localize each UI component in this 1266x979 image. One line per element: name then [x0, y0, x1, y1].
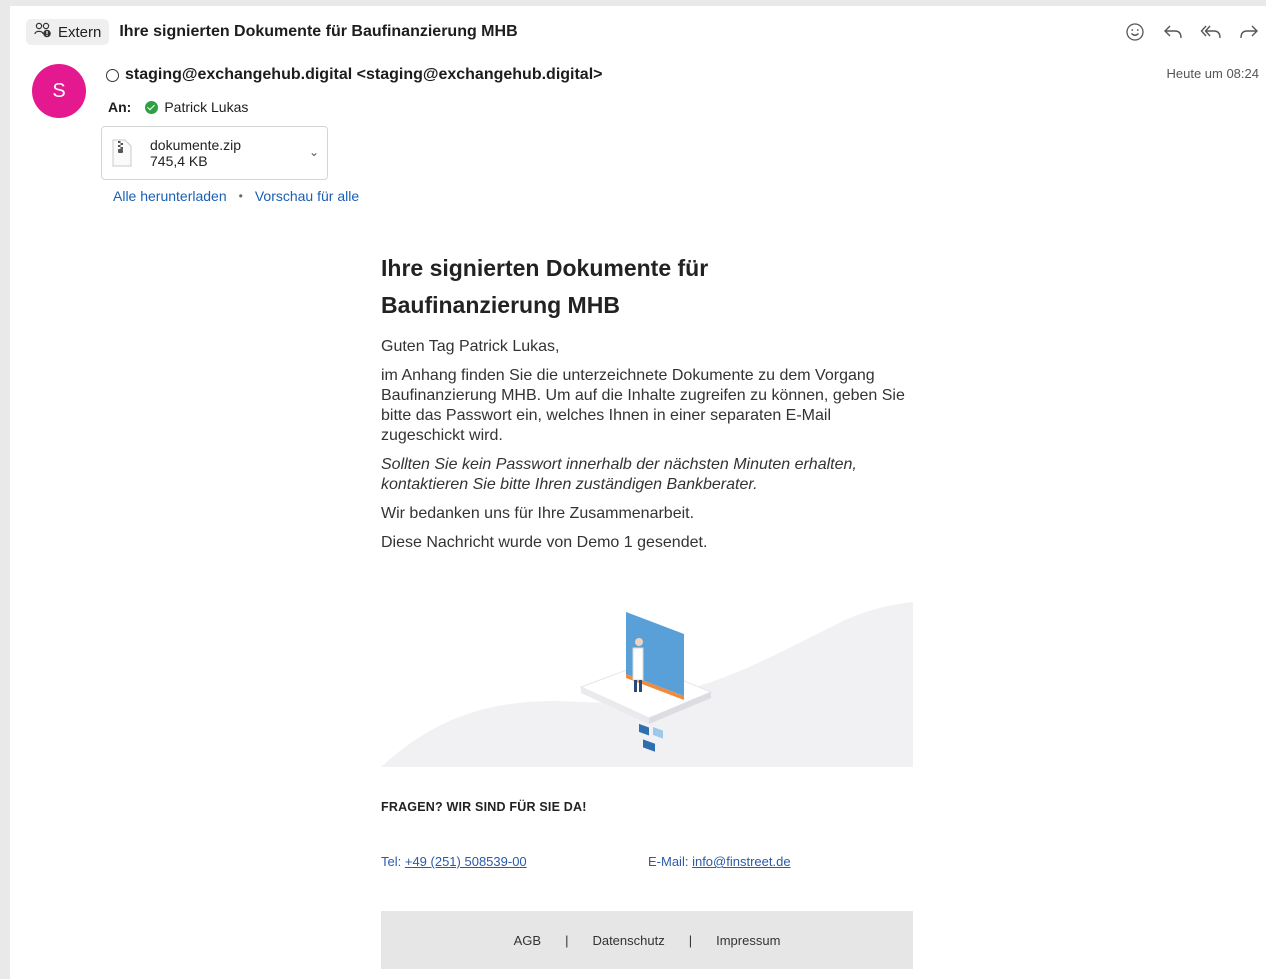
mail-window: Extern Ihre signierten Dokumente für Bau…: [10, 6, 1266, 979]
footer-separator: |: [565, 932, 569, 948]
subject-row: Extern Ihre signierten Dokumente für Bau…: [26, 18, 518, 46]
read-status-icon[interactable]: [106, 68, 119, 82]
email-body: Ihre signierten Dokumente für Baufinanzi…: [381, 250, 913, 553]
email-link[interactable]: info@finstreet.de: [692, 854, 790, 869]
body-paragraph-1: im Anhang finden Sie die unterzeichnete …: [381, 367, 905, 444]
privacy-link[interactable]: Datenschutz: [592, 933, 664, 948]
sender-address[interactable]: staging@exchangehub.digital <staging@exc…: [125, 66, 603, 84]
emoji-icon[interactable]: [1122, 20, 1148, 44]
verified-check-icon: [145, 100, 159, 114]
attachment-size: 745,4 KB: [150, 153, 208, 169]
email-subject: Ihre signierten Dokumente für Baufinanzi…: [119, 23, 518, 40]
greeting: Guten Tag Patrick Lukas,: [381, 338, 560, 355]
phone-link[interactable]: +49 (251) 508539-00: [405, 854, 527, 869]
chevron-down-icon[interactable]: ⌄: [309, 145, 319, 159]
people-icon: [34, 22, 52, 42]
body-paragraph-2: Sollten Sie kein Passwort innerhalb der …: [381, 456, 857, 493]
received-date: Heute um 08:24: [1166, 66, 1259, 81]
attachment-card[interactable]: dokumente.zip 745,4 KB ⌄: [101, 126, 328, 180]
illustration-image: [381, 602, 913, 767]
footer-separator: |: [688, 932, 693, 948]
extern-label: Extern: [58, 23, 102, 41]
download-all-link[interactable]: Alle herunterladen: [113, 188, 227, 204]
preview-all-link[interactable]: Vorschau für alle: [255, 188, 359, 204]
attachment-info: dokumente.zip 745,4 KB: [150, 137, 241, 169]
message-actions: [1122, 20, 1262, 44]
phone-contact: Tel: +49 (251) 508539-00: [381, 854, 527, 869]
forward-icon[interactable]: [1236, 20, 1262, 44]
email-heading: Ihre signierten Dokumente für Baufinanzi…: [381, 255, 709, 318]
zip-file-icon: [112, 139, 132, 167]
extern-tag: Extern: [26, 19, 110, 45]
help-heading: FRAGEN? WIR SIND FÜR SIE DA!: [381, 800, 587, 814]
recipient-label: An:: [108, 99, 132, 115]
thanks-line: Wir bedanken uns für Ihre Zusammenarbeit…: [381, 505, 695, 522]
recipient-row: An: Patrick Lukas: [108, 99, 248, 115]
sender-row: staging@exchangehub.digital <staging@exc…: [106, 66, 603, 84]
footer-links: AGB | Datenschutz | Impressum: [381, 911, 913, 969]
attachment-name: dokumente.zip: [150, 137, 242, 153]
reply-icon[interactable]: [1160, 20, 1186, 44]
email-label: E-Mail:: [648, 854, 689, 869]
agb-link[interactable]: AGB: [514, 933, 541, 948]
recipient-name[interactable]: Patrick Lukas: [164, 99, 248, 115]
link-separator: •: [238, 189, 243, 203]
reply-all-icon[interactable]: [1198, 20, 1224, 44]
sent-by-line: Diese Nachricht wurde von Demo 1 gesende…: [381, 534, 708, 551]
sender-avatar: S: [32, 64, 86, 118]
phone-label: Tel:: [381, 854, 402, 869]
email-contact: E-Mail: info@finstreet.de: [648, 854, 791, 869]
imprint-link[interactable]: Impressum: [716, 933, 780, 948]
attachment-links: Alle herunterladen • Vorschau für alle: [113, 188, 359, 204]
